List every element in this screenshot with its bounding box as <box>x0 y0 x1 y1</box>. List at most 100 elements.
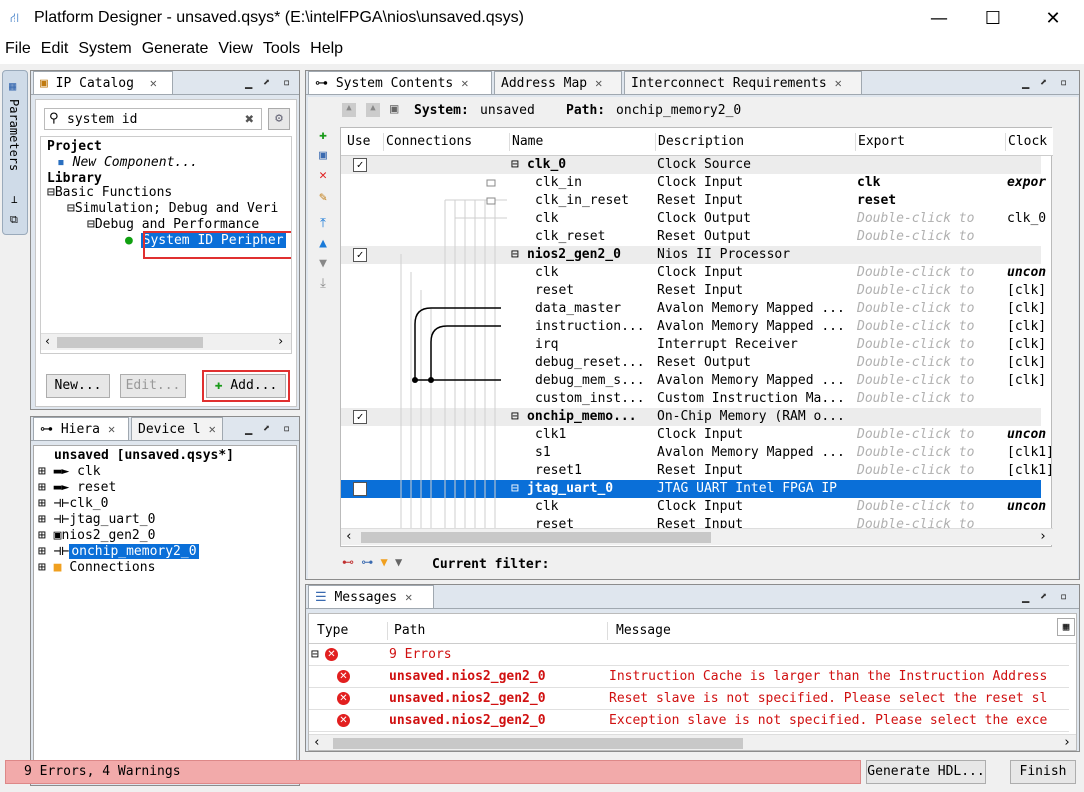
row-clock[interactable]: [clk] <box>1007 336 1053 354</box>
menu-system[interactable]: System <box>73 38 136 62</box>
maximize-panel-icon[interactable]: ⬈ <box>263 75 270 89</box>
row-clock[interactable] <box>1007 480 1053 498</box>
close-icon[interactable]: ✕ <box>405 590 412 604</box>
menu-help[interactable]: Help <box>305 38 348 62</box>
minimize-panel-icon[interactable]: ▁ <box>245 421 252 435</box>
row-export[interactable]: Double-click to <box>857 372 1003 390</box>
minimize-button[interactable]: — <box>912 0 966 38</box>
menu-file[interactable]: File <box>0 38 36 62</box>
message-summary-row[interactable]: ⊟ ✕ 9 Errors <box>309 644 1069 666</box>
col-type[interactable]: Type <box>317 622 348 640</box>
row-clock[interactable] <box>1007 228 1053 246</box>
row-clock[interactable] <box>1007 408 1053 426</box>
row-export[interactable]: Double-click to <box>857 210 1003 228</box>
row-export[interactable]: clk <box>857 174 1003 192</box>
tree-item-clk0[interactable]: ⊞ ⊣⊢clk_0 <box>38 496 108 511</box>
row-clock[interactable] <box>1007 156 1053 174</box>
scroll-thumb[interactable] <box>361 532 711 543</box>
scroll-right-icon[interactable]: › <box>1039 529 1047 544</box>
row-export[interactable]: reset <box>857 192 1003 210</box>
row-export[interactable]: Double-click to <box>857 336 1003 354</box>
message-row[interactable]: ✕ unsaved.nios2_gen2_0 Exception slave is … <box>309 710 1069 732</box>
move-top-icon[interactable]: ⤒ <box>316 217 330 231</box>
search-field[interactable]: ⚲ system id ✖ <box>44 108 262 130</box>
row-clock[interactable]: [clk1] <box>1007 462 1053 480</box>
tab-device[interactable]: Device l ✕ <box>131 417 223 440</box>
close-icon[interactable]: ✕ <box>108 422 115 436</box>
tree-item-connections[interactable]: ⊞ ■ Connections <box>38 560 155 575</box>
col-use[interactable]: Use <box>347 133 370 151</box>
row-export[interactable]: Double-click to <box>857 516 1003 528</box>
tree-sim-debug[interactable]: ⊟Simulation; Debug and Veri <box>67 201 278 216</box>
menu-view[interactable]: View <box>213 38 257 62</box>
row-export[interactable] <box>857 408 1003 426</box>
close-icon[interactable]: ✕ <box>209 422 216 436</box>
scroll-right-icon[interactable]: › <box>1063 735 1071 750</box>
use-checkbox[interactable]: ✓ <box>353 482 367 496</box>
close-icon[interactable]: ✕ <box>835 76 842 90</box>
col-message[interactable]: Message <box>607 622 1007 640</box>
minimize-panel-icon[interactable]: ▁ <box>1022 589 1029 603</box>
close-panel-icon[interactable]: ▫ <box>1060 589 1067 603</box>
row-clock[interactable]: uncon <box>1007 498 1053 516</box>
edit-icon[interactable]: ✎ <box>316 191 330 205</box>
close-icon[interactable]: ✕ <box>595 76 602 90</box>
settings-icon[interactable]: ⚙ <box>268 108 290 130</box>
row-export[interactable] <box>857 246 1003 264</box>
generate-hdl-button[interactable]: Generate HDL... <box>866 760 986 784</box>
close-panel-icon[interactable]: ▫ <box>1060 75 1067 89</box>
tab-address-map[interactable]: Address Map ✕ <box>494 71 622 94</box>
row-clock[interactable]: [clk1] <box>1007 444 1053 462</box>
col-description[interactable]: Description <box>655 133 851 151</box>
row-export[interactable]: Double-click to <box>857 498 1003 516</box>
scroll-left-icon[interactable]: ‹ <box>345 529 353 544</box>
col-clock[interactable]: Clock <box>1005 133 1047 151</box>
scroll-left-icon[interactable]: ‹ <box>44 334 51 348</box>
row-clock[interactable]: [clk] <box>1007 372 1053 390</box>
row-export[interactable]: Double-click to <box>857 264 1003 282</box>
finish-button[interactable]: Finish <box>1010 760 1076 784</box>
menu-edit[interactable]: Edit <box>36 38 74 62</box>
minimize-panel-icon[interactable]: ▁ <box>245 75 252 89</box>
row-clock[interactable]: [clk] <box>1007 318 1053 336</box>
messages-hscroll[interactable]: ‹ › <box>309 734 1076 750</box>
tree-item-onchip[interactable]: ⊞ ⊣⊢ onchip_memory2_0 <box>38 544 199 559</box>
row-clock[interactable] <box>1007 192 1053 210</box>
catalog-hscroll[interactable]: ‹ › <box>41 333 291 350</box>
col-name[interactable]: Name <box>509 133 653 151</box>
move-bottom-icon[interactable]: ⤓ <box>316 277 330 291</box>
tab-ip-catalog[interactable]: ▣ IP Catalog ✕ <box>33 71 173 94</box>
row-export[interactable]: Double-click to <box>857 228 1003 246</box>
use-checkbox[interactable]: ✓ <box>353 158 367 172</box>
move-up-icon[interactable]: ▲ <box>316 237 330 251</box>
row-clock[interactable] <box>1007 246 1053 264</box>
scroll-left-icon[interactable]: ‹ <box>313 735 321 750</box>
use-checkbox[interactable]: ✓ <box>353 410 367 424</box>
row-export[interactable]: Double-click to <box>857 426 1003 444</box>
tree-item-clk[interactable]: ⊞ ▬► clk <box>38 464 101 479</box>
close-icon[interactable]: ✕ <box>150 76 157 90</box>
collapse-icon[interactable]: ⊟ <box>511 156 519 174</box>
close-button[interactable]: ✕ <box>1026 0 1080 38</box>
row-export[interactable] <box>857 480 1003 498</box>
row-clock[interactable]: uncon <box>1007 264 1053 282</box>
tab-hierarchy[interactable]: ⊶ Hiera ✕ <box>33 417 129 440</box>
remove-icon[interactable]: ✕ <box>316 169 330 183</box>
close-panel-icon[interactable]: ▫ <box>283 421 290 435</box>
message-filter-icon[interactable]: ▦ <box>1057 618 1075 636</box>
maximize-panel-icon[interactable]: ⬈ <box>263 421 270 435</box>
add-subsystem-icon[interactable]: ▣ <box>316 149 330 163</box>
parameters-side-tab[interactable]: ▦ Parameters ⊥ ⧉ <box>2 70 28 235</box>
tree-item-reset[interactable]: ⊞ ▬► reset <box>38 480 116 495</box>
close-panel-icon[interactable]: ▫ <box>283 75 290 89</box>
filter-icons[interactable]: ⊷ ⊶ ▼ ▼ <box>342 555 402 569</box>
menu-tools[interactable]: Tools <box>258 38 305 62</box>
row-clock[interactable]: expor <box>1007 174 1053 192</box>
edit-button[interactable]: Edit... <box>120 374 186 398</box>
tree-item-nios2[interactable]: ⊞ ▣nios2_gen2_0 <box>38 528 155 543</box>
col-connections[interactable]: Connections <box>383 133 472 151</box>
collapse-icon[interactable]: ⊟ <box>511 480 519 498</box>
tab-messages[interactable]: ☰ Messages ✕ <box>308 585 434 608</box>
menu-generate[interactable]: Generate <box>137 38 214 62</box>
row-clock[interactable]: [clk] <box>1007 354 1053 372</box>
